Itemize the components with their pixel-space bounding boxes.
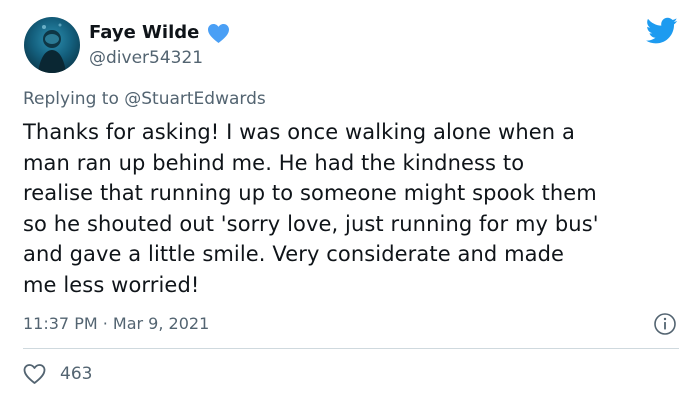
info-icon[interactable] [653, 312, 677, 336]
reply-mention-link[interactable]: @StuartEdwards [124, 89, 266, 109]
reply-prefix: Replying to [23, 89, 125, 109]
heart-icon [208, 23, 230, 43]
tweet-line: and gave a little smile. Very considerat… [23, 242, 565, 266]
twitter-bird-icon[interactable] [646, 17, 678, 45]
tweet-line: man ran up behind me. He had the kindnes… [23, 150, 525, 175]
tweet-line: realise that running up to someone might… [23, 181, 597, 205]
heart-outline-icon [23, 364, 46, 384]
author-handle[interactable]: @diver54321 [89, 47, 203, 69]
display-name[interactable]: Faye Wilde [89, 22, 199, 44]
like-count: 463 [60, 364, 93, 384]
tweet-text: Thanks for asking! I was once walking al… [23, 117, 688, 300]
avatar[interactable] [24, 17, 80, 73]
like-button[interactable]: 463 [22, 363, 92, 385]
author-name-row: Faye Wilde [89, 22, 230, 44]
tweet-line: me less worried! [23, 272, 200, 297]
tweet-line: so he shouted out 'sorry love, just runn… [23, 211, 599, 236]
reply-context: Replying to @StuartEdwards [23, 88, 266, 110]
tweet-timestamp[interactable]: 11:37 PM · Mar 9, 2021 [23, 313, 209, 335]
tweet-line: Thanks for asking! I was once walking al… [23, 120, 575, 144]
diver-avatar-icon [38, 23, 66, 73]
divider [23, 348, 679, 349]
